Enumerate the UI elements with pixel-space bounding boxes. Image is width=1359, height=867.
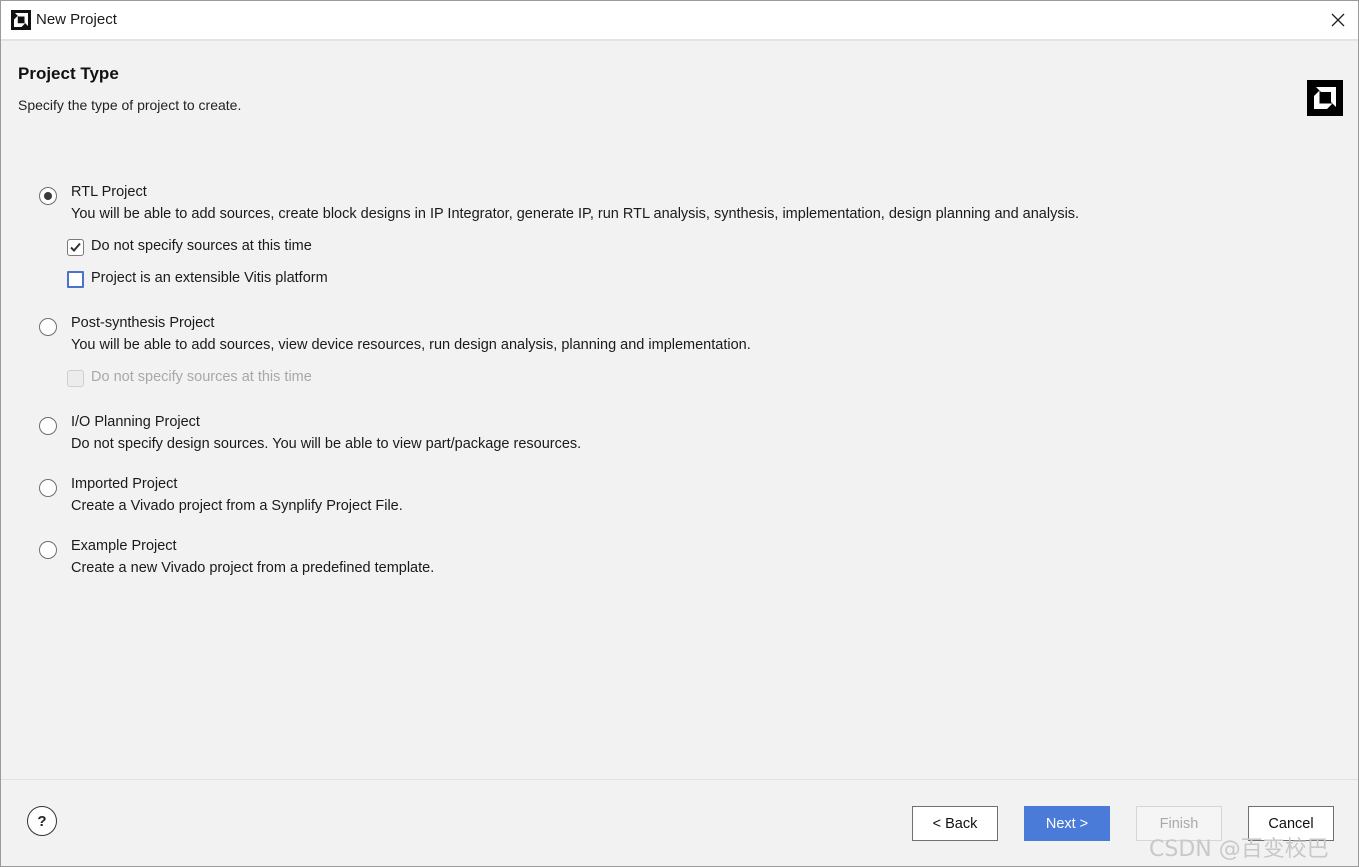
option-label[interactable]: Imported Project — [71, 476, 177, 492]
radio-post-synthesis-project[interactable] — [39, 318, 57, 336]
help-icon: ? — [37, 812, 47, 830]
next-button[interactable]: Next > — [1024, 806, 1110, 841]
checkbox-label: Do not specify sources at this time — [91, 369, 312, 385]
radio-io-planning-project[interactable] — [39, 417, 57, 435]
title-bar: New Project — [1, 1, 1358, 39]
option-description: You will be able to add sources, create … — [71, 206, 1080, 222]
new-project-dialog: New Project Project Type Specify the typ… — [0, 0, 1359, 867]
option-description: Do not specify design sources. You will … — [71, 436, 582, 452]
close-icon — [1331, 13, 1345, 27]
close-button[interactable] — [1324, 7, 1352, 33]
back-button[interactable]: < Back — [912, 806, 998, 841]
checkbox-label[interactable]: Do not specify sources at this time — [91, 238, 312, 254]
radio-selected-dot — [44, 192, 52, 200]
checkbox-vitis-platform[interactable] — [67, 271, 84, 288]
radio-rtl-project[interactable] — [39, 187, 57, 205]
option-description: Create a new Vivado project from a prede… — [71, 560, 435, 576]
option-label[interactable]: Post-synthesis Project — [71, 315, 214, 331]
option-description: Create a Vivado project from a Synplify … — [71, 498, 403, 514]
radio-example-project[interactable] — [39, 541, 57, 559]
help-button[interactable]: ? — [27, 806, 57, 836]
option-label[interactable]: RTL Project — [71, 184, 147, 200]
footer-separator — [1, 779, 1358, 780]
checkbox-label[interactable]: Project is an extensible Vitis platform — [91, 270, 328, 286]
option-label[interactable]: Example Project — [71, 538, 177, 554]
watermark-text: CSDN @百变校巴 — [1149, 837, 1329, 862]
checkbox-rtl-no-sources[interactable] — [67, 239, 84, 256]
option-description: You will be able to add sources, view de… — [71, 337, 751, 353]
page-title: Project Type — [18, 64, 119, 83]
checkbox-post-synth-no-sources — [67, 370, 84, 387]
checkmark-icon — [70, 242, 81, 252]
amd-logo-icon — [1307, 80, 1343, 116]
radio-imported-project[interactable] — [39, 479, 57, 497]
page-subtitle: Specify the type of project to create. — [18, 97, 242, 113]
window-title: New Project — [36, 11, 117, 28]
title-separator — [1, 39, 1358, 41]
amd-logo-icon — [11, 10, 31, 30]
option-label[interactable]: I/O Planning Project — [71, 414, 200, 430]
